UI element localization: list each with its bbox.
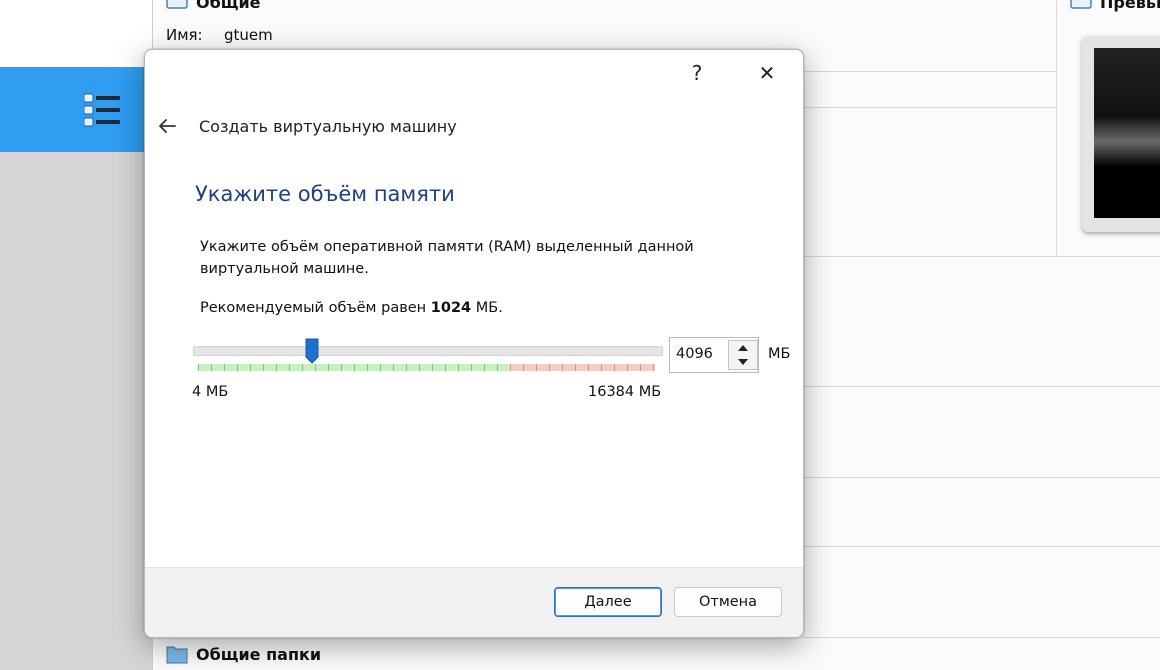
slider-ticks-over-limit: [510, 364, 655, 371]
spin-buttons: [728, 340, 758, 370]
preview-section-title: Превью: [1100, 0, 1160, 12]
arrow-down-icon: [738, 359, 748, 365]
machine-tools-toolbar: [0, 67, 152, 152]
shared-folders-section-header[interactable]: Общие папки: [166, 644, 321, 664]
row-divider: [802, 477, 1160, 478]
recommend-value: 1024: [430, 300, 472, 316]
spin-up-button[interactable]: [729, 341, 757, 355]
next-button[interactable]: Далее: [554, 587, 662, 617]
memory-slider-handle[interactable]: [305, 338, 319, 364]
wizard-title: Создать виртуальную машину: [199, 117, 457, 136]
close-icon: ✕: [758, 61, 776, 85]
general-section-title: Общие: [196, 0, 261, 12]
top-left-panel: [0, 0, 152, 67]
details-divider: [1056, 0, 1057, 256]
create-vm-wizard-dialog: ? ✕ Создать виртуальную машину Укажите о…: [144, 49, 804, 638]
monitor-icon: [1070, 0, 1092, 9]
recommend-prefix: Рекомендуемый объём равен: [200, 300, 431, 316]
row-divider: [802, 386, 1160, 387]
arrow-up-icon: [738, 345, 748, 351]
memory-unit-label: МБ: [768, 346, 791, 362]
page-heading: Укажите объём памяти: [195, 182, 455, 206]
recommended-memory-text: Рекомендуемый объём равен 1024 МБ.: [200, 300, 503, 316]
name-value: gtuem: [224, 26, 273, 44]
name-label: Имя:: [166, 26, 203, 44]
help-button[interactable]: ?: [677, 56, 717, 90]
memory-description: Укажите объём оперативной памяти (RAM) в…: [200, 239, 694, 277]
slider-min-label: 4 МБ: [192, 384, 229, 400]
recommend-suffix: МБ.: [471, 300, 503, 316]
cancel-button[interactable]: Отмена: [674, 587, 782, 617]
row-divider: [802, 71, 1056, 72]
slider-max-label: 16384 МБ: [588, 384, 662, 400]
row-divider: [802, 107, 1056, 108]
memory-slider-track[interactable]: [193, 346, 663, 356]
slider-ticks-recommended: [198, 364, 510, 371]
memory-size-value[interactable]: 4096: [676, 346, 713, 362]
preview-section-header[interactable]: Превью: [1070, 0, 1160, 12]
dialog-footer: Далее Отмена: [145, 567, 803, 637]
machine-list-sidebar: [0, 152, 152, 670]
row-divider: [802, 546, 1160, 547]
back-arrow-icon[interactable]: [155, 114, 179, 138]
memory-size-spinbox[interactable]: 4096: [669, 337, 759, 373]
shared-folders-title: Общие папки: [196, 644, 322, 664]
general-section-header[interactable]: Общие: [166, 0, 261, 12]
monitor-icon: [166, 0, 188, 9]
machine-list-icon[interactable]: [84, 93, 122, 127]
preview-screen: [1094, 48, 1160, 218]
folder-icon: [166, 646, 188, 664]
close-button[interactable]: ✕: [747, 56, 787, 90]
row-divider: [802, 637, 1160, 638]
spin-down-button[interactable]: [729, 355, 757, 369]
help-icon: ?: [691, 61, 703, 85]
row-divider: [802, 256, 1160, 257]
